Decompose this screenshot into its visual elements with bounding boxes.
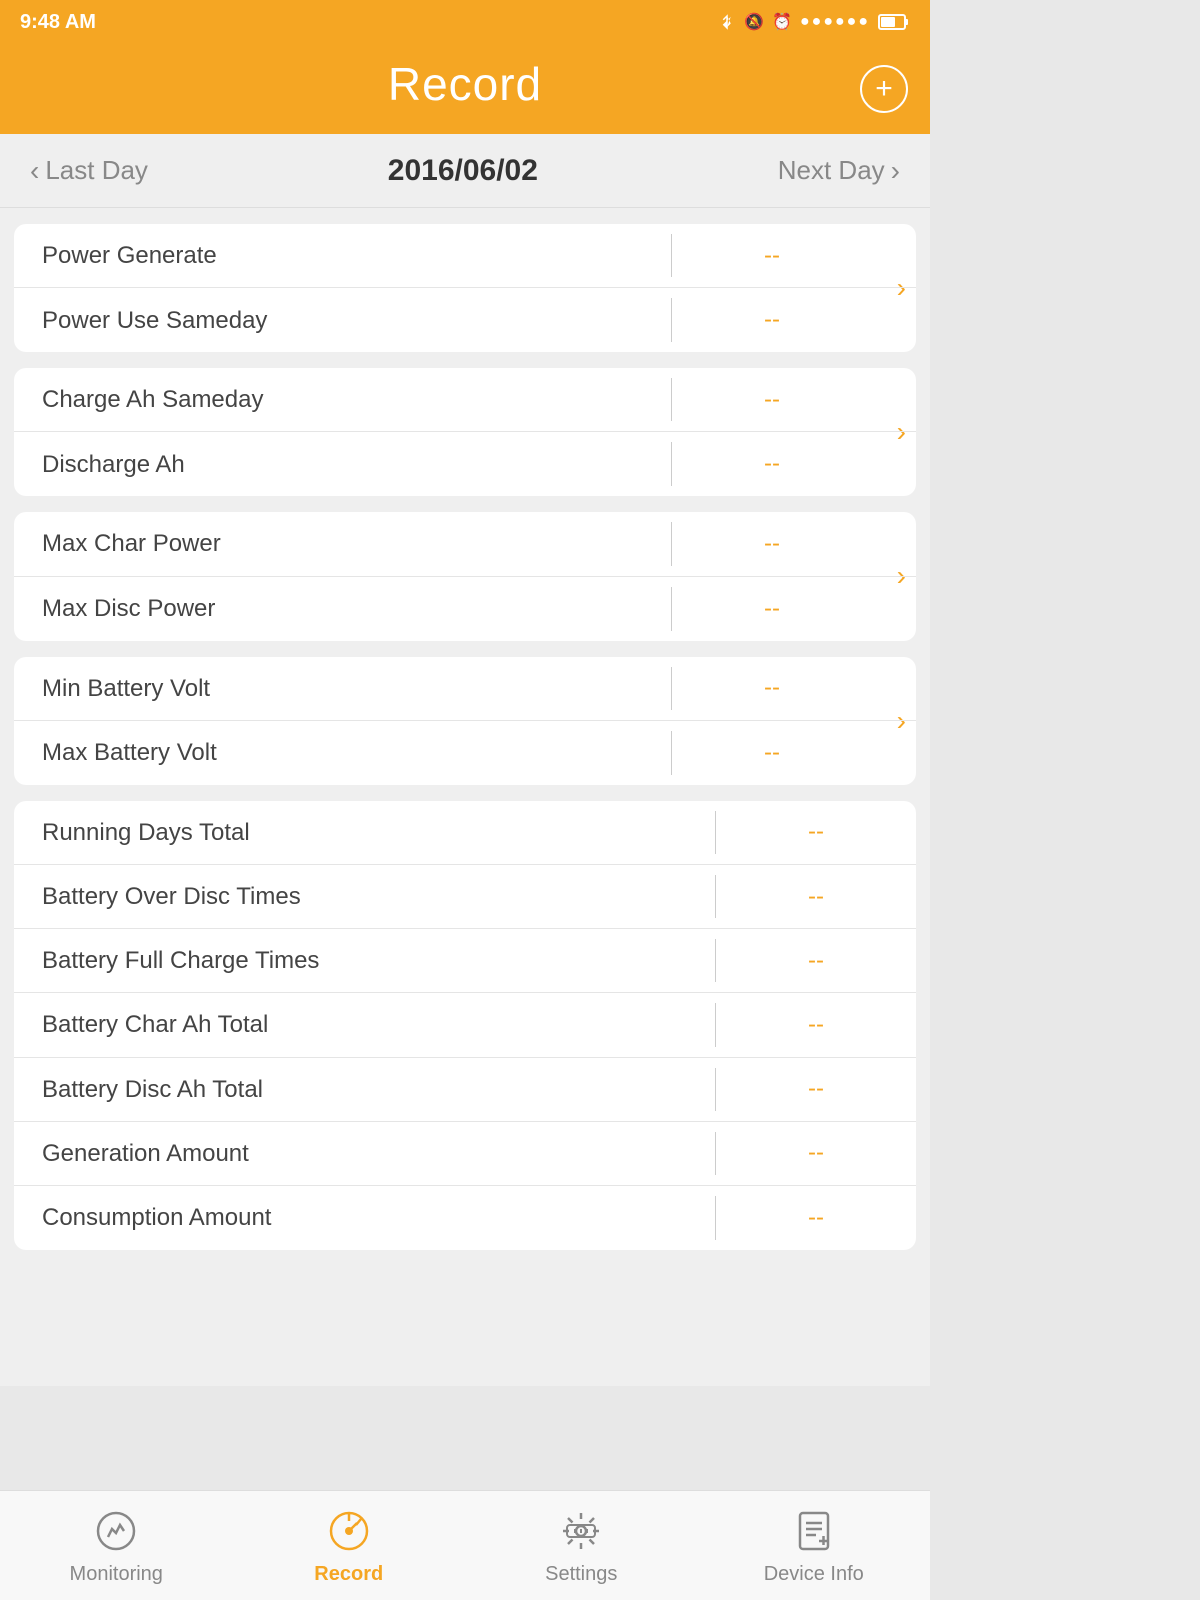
row-label: Charge Ah Sameday (14, 368, 671, 431)
battery-icon (878, 13, 910, 31)
tab-record[interactable]: Record (233, 1505, 466, 1586)
row-label: Max Char Power (14, 512, 671, 575)
section-power: › Power Generate -- Power Use Sameday -- (14, 224, 916, 352)
row-value: -- (672, 723, 872, 783)
section2-rows: Charge Ah Sameday -- Discharge Ah -- (14, 368, 916, 496)
table-row[interactable]: Running Days Total -- (14, 801, 916, 865)
table-row[interactable]: Consumption Amount -- (14, 1186, 916, 1250)
status-icons: 🔕 ⏰ ●●●●●● (718, 12, 910, 32)
header: Record + (0, 44, 930, 134)
last-day-button[interactable]: ‹ Last Day (30, 155, 148, 187)
row-label: Max Disc Power (14, 577, 671, 640)
record-icon (323, 1505, 375, 1557)
plus-icon: + (875, 74, 893, 104)
status-bar: 9:48 AM 🔕 ⏰ ●●●●●● (0, 0, 930, 44)
tab-monitoring[interactable]: Monitoring (0, 1505, 233, 1586)
section3-rows: Max Char Power -- Max Disc Power -- (14, 512, 916, 640)
row-label: Discharge Ah (14, 433, 671, 496)
row-value: -- (672, 290, 872, 350)
row-label: Generation Amount (14, 1122, 715, 1185)
table-row[interactable]: Battery Char Ah Total -- (14, 993, 916, 1057)
row-value: -- (716, 995, 916, 1055)
row-label: Battery Over Disc Times (14, 865, 715, 928)
section-battery-volt: › Min Battery Volt -- Max Battery Volt -… (14, 657, 916, 785)
section4-rows: Min Battery Volt -- Max Battery Volt -- (14, 657, 916, 785)
current-date: 2016/06/02 (388, 154, 538, 188)
bluetooth-icon (718, 13, 736, 31)
tab-device-info-label: Device Info (764, 1563, 864, 1586)
section-max-power: › Max Char Power -- Max Disc Power -- (14, 512, 916, 640)
tab-settings[interactable]: Settings (465, 1505, 698, 1586)
row-value: -- (672, 434, 872, 494)
settings-icon (555, 1505, 607, 1557)
table-row[interactable]: Min Battery Volt -- (14, 657, 916, 721)
row-value: -- (672, 514, 872, 574)
table-row[interactable]: Battery Disc Ah Total -- (14, 1058, 916, 1122)
table-row[interactable]: Discharge Ah -- (14, 432, 916, 496)
row-label: Max Battery Volt (14, 721, 671, 784)
device-info-icon (788, 1505, 840, 1557)
row-value: -- (672, 658, 872, 718)
row-value: -- (716, 1123, 916, 1183)
row-label: Running Days Total (14, 801, 715, 864)
row-label: Min Battery Volt (14, 657, 671, 720)
table-row[interactable]: Power Generate -- (14, 224, 916, 288)
tab-monitoring-label: Monitoring (70, 1563, 163, 1586)
table-row[interactable]: Max Battery Volt -- (14, 721, 916, 785)
page-title: Record (388, 57, 542, 111)
section-totals: Running Days Total -- Battery Over Disc … (14, 801, 916, 1250)
section-charge-ah: › Charge Ah Sameday -- Discharge Ah -- (14, 368, 916, 496)
next-day-label: Next Day (778, 155, 885, 186)
next-day-button[interactable]: Next Day › (778, 155, 900, 187)
row-value: -- (716, 931, 916, 991)
row-value: -- (672, 226, 872, 286)
row-value: -- (716, 1188, 916, 1248)
signal-dots-icon: ●●●●●● (800, 13, 870, 31)
table-row[interactable]: Max Char Power -- (14, 512, 916, 576)
table-row[interactable]: Max Disc Power -- (14, 577, 916, 641)
date-navigation: ‹ Last Day 2016/06/02 Next Day › (0, 134, 930, 208)
content-area: › Power Generate -- Power Use Sameday --… (0, 208, 930, 1386)
row-label: Battery Full Charge Times (14, 929, 715, 992)
status-time: 9:48 AM (20, 11, 96, 34)
row-label: Power Generate (14, 224, 671, 287)
table-row[interactable]: Generation Amount -- (14, 1122, 916, 1186)
table-row[interactable]: Power Use Sameday -- (14, 288, 916, 352)
row-label: Battery Char Ah Total (14, 993, 715, 1056)
alarm-icon: ⏰ (772, 12, 792, 32)
row-label: Power Use Sameday (14, 289, 671, 352)
row-label: Battery Disc Ah Total (14, 1058, 715, 1121)
row-value: -- (716, 802, 916, 862)
tab-device-info[interactable]: Device Info (698, 1505, 931, 1586)
tab-bar: Monitoring Record (0, 1490, 930, 1600)
section1-rows: Power Generate -- Power Use Sameday -- (14, 224, 916, 352)
row-value: -- (716, 1059, 916, 1119)
signal-icon: 🔕 (744, 12, 764, 32)
monitoring-icon (90, 1505, 142, 1557)
tab-settings-label: Settings (545, 1563, 617, 1586)
last-day-label: Last Day (45, 155, 148, 186)
row-value: -- (672, 579, 872, 639)
table-row[interactable]: Battery Full Charge Times -- (14, 929, 916, 993)
add-button[interactable]: + (860, 65, 908, 113)
row-value: -- (672, 370, 872, 430)
chevron-left-icon: ‹ (30, 155, 39, 187)
table-row[interactable]: Battery Over Disc Times -- (14, 865, 916, 929)
row-value: -- (716, 867, 916, 927)
table-row[interactable]: Charge Ah Sameday -- (14, 368, 916, 432)
tab-record-label: Record (314, 1563, 383, 1586)
row-label: Consumption Amount (14, 1186, 715, 1249)
chevron-right-icon: › (891, 155, 900, 187)
